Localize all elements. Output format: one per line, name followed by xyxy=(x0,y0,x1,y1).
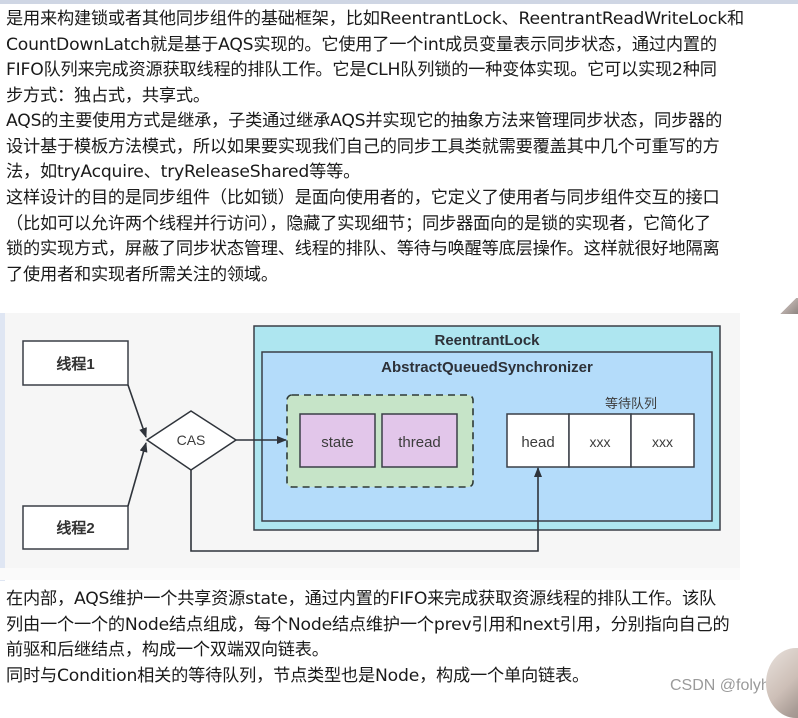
paragraph-intro: 是用来构建锁或者其他同步组件的基础框架，比如ReentrantLock、Reen… xyxy=(6,7,796,109)
queue-cell-label: xxx xyxy=(590,434,611,450)
state-group: state thread xyxy=(286,394,474,488)
cas-label: CAS xyxy=(177,432,206,448)
left-edge-strip xyxy=(0,313,5,581)
corner-decoration xyxy=(778,298,798,314)
text-line: 了使用者和实现者所需关注的领域。 xyxy=(6,264,278,285)
text-line: 步方式：独占式，共享式。 xyxy=(6,85,210,106)
paragraph-internals: 在内部，AQS维护一个共享资源state，通过内置的FIFO来完成获取资源线程的… xyxy=(6,587,796,689)
reentrantlock-title: ReentrantLock xyxy=(434,332,540,349)
queue-cell-label: xxx xyxy=(652,434,673,450)
thread1-node: 线程1 xyxy=(22,340,129,386)
diagram-canvas: 线程1 线程2 ReentrantLock AbstractQueuedSync… xyxy=(22,325,721,552)
paragraph-usage: AQS的主要使用方式是继承，子类通过继承AQS并实现它的抽象方法来管理同步状态，… xyxy=(6,109,796,186)
thread2-node: 线程2 xyxy=(22,505,129,550)
diagram-bottom-edge xyxy=(0,568,740,580)
aqs-diagram: 线程1 线程2 ReentrantLock AbstractQueuedSync… xyxy=(0,313,740,568)
top-border xyxy=(0,0,798,4)
aqs-title: AbstractQueuedSynchronizer xyxy=(381,359,593,376)
text-line: FIFO队列来完成资源获取线程的排队工作。它是CLH队列锁的一种变体实现。它可以… xyxy=(6,60,717,80)
queue-cell-label: head xyxy=(521,434,554,451)
thread-label: thread xyxy=(398,434,441,451)
text-line: （比如可以允许两个线程并行访问），隐藏了实现细节；同步器面向的是锁的实现者，它简… xyxy=(6,213,711,234)
text-line: 设计基于模板方法模式，所以如果要实现我们自己的同步工具类就需要覆盖其中几个可重写… xyxy=(6,136,720,157)
arrow-thread1-to-cas xyxy=(127,384,147,438)
state-label: state xyxy=(321,434,354,451)
text-line: 列由一个一个的Node结点组成，每个Node结点维护一个prev引用和next引… xyxy=(6,614,730,635)
text-line: 锁的实现方式，屏蔽了同步状态管理、线程的排队、等待与唤醒等底层操作。这样就很好地… xyxy=(6,239,720,259)
thread2-label: 线程2 xyxy=(56,519,94,537)
text-line: 这样设计的目的是同步组件（比如锁）是面向使用者的，它定义了使用者与同步组件交互的… xyxy=(6,188,720,208)
arrow-thread2-to-cas xyxy=(127,442,148,507)
text-line: 是用来构建锁或者其他同步组件的基础框架，比如ReentrantLock、Reen… xyxy=(6,9,745,29)
cas-node: CAS xyxy=(145,410,238,471)
text-line: CountDownLatch就是基于AQS实现的。它使用了一个int成员变量表示… xyxy=(6,34,717,55)
csdn-watermark: CSDN @folyh xyxy=(670,677,770,694)
paragraph-design: 这样设计的目的是同步组件（比如锁）是面向使用者的，它定义了使用者与同步组件交互的… xyxy=(6,186,796,288)
text-line: 在内部，AQS维护一个共享资源state，通过内置的FIFO来完成获取资源线程的… xyxy=(6,589,716,609)
thread1-label: 线程1 xyxy=(56,355,94,373)
text-line: 前驱和后继结点，构成一个双端双向链表。 xyxy=(6,640,329,660)
wait-queue-label: 等待队列 xyxy=(605,396,657,411)
text-line: 法，如tryAcquire、tryReleaseShared等等。 xyxy=(6,162,361,182)
text-line: AQS的主要使用方式是继承，子类通过继承AQS并实现它的抽象方法来管理同步状态，… xyxy=(6,111,723,131)
